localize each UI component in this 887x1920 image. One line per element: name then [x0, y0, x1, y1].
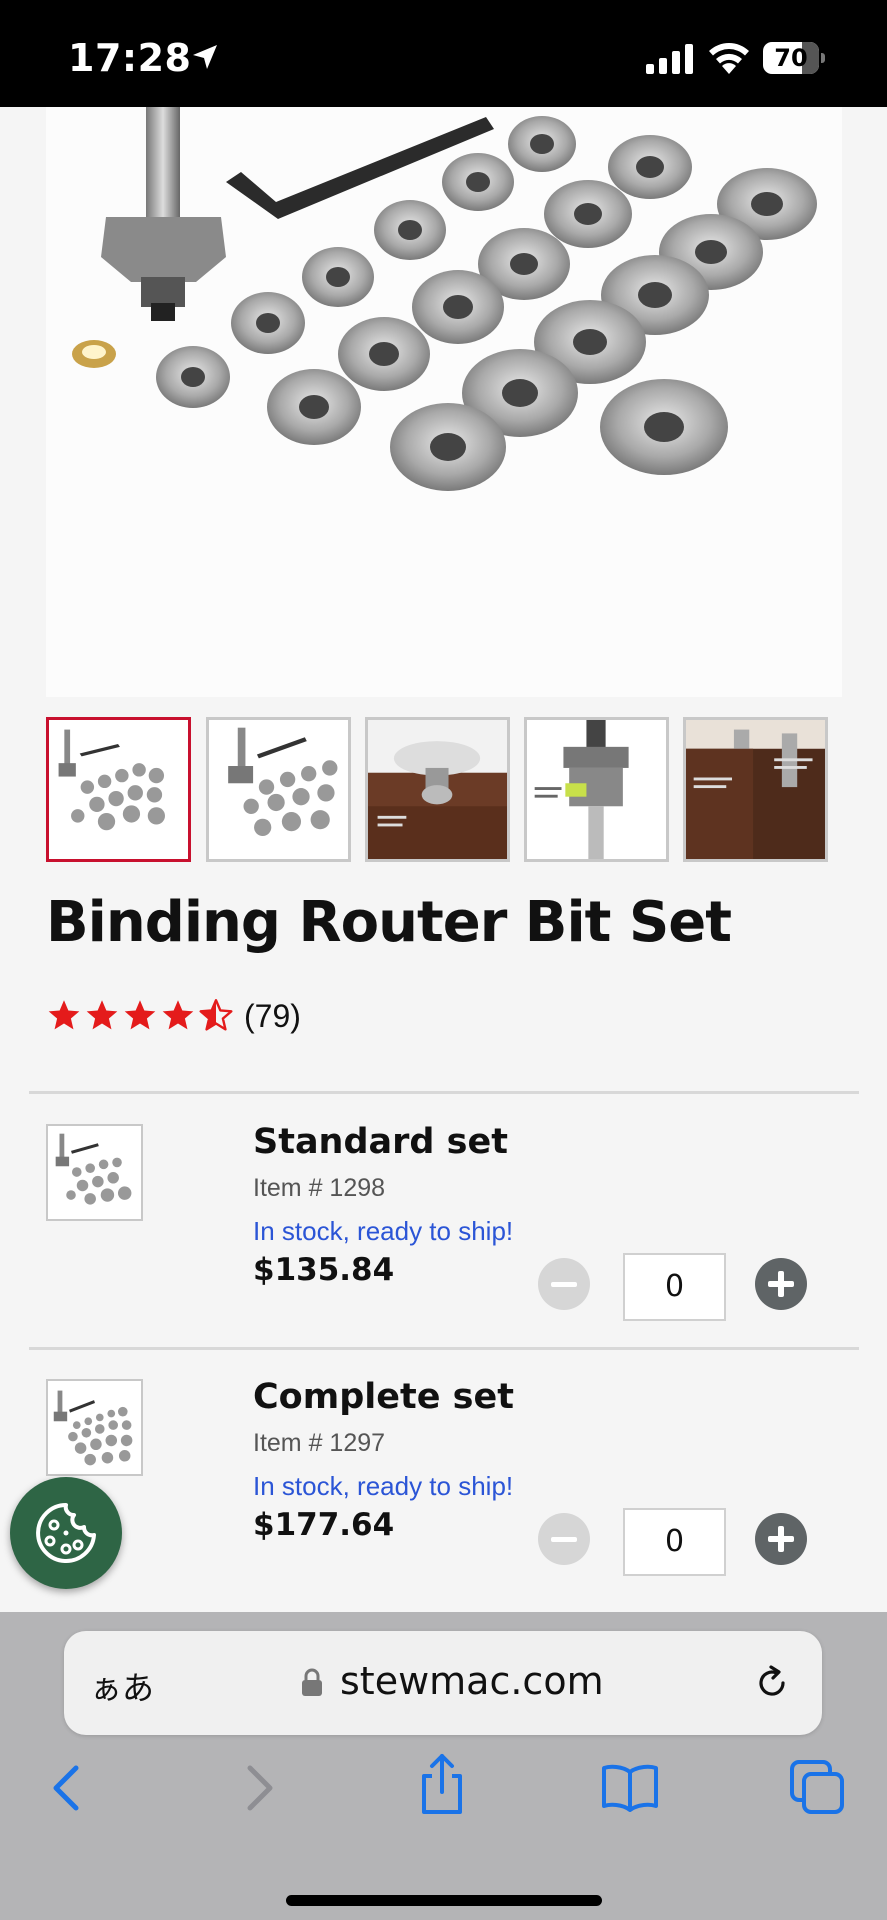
product-title: Binding Router Bit Set: [46, 890, 732, 955]
battery-level: 70: [774, 44, 808, 72]
variant-stock-status: In stock, ready to ship!: [253, 1471, 514, 1501]
tabs-icon[interactable]: [788, 1758, 846, 1816]
star-icon: [124, 1000, 156, 1030]
variant-name[interactable]: Standard set: [253, 1122, 508, 1162]
rating[interactable]: (79): [46, 996, 301, 1036]
url-text[interactable]: stewmac.com: [340, 1659, 604, 1703]
variant-name[interactable]: Complete set: [253, 1377, 514, 1417]
variant-stock-status: In stock, ready to ship!: [253, 1216, 514, 1246]
variant-item-number: Item # 1297: [253, 1429, 386, 1457]
variant-thumbnail: [46, 1124, 143, 1221]
star-icon: [162, 1000, 194, 1030]
address-bar[interactable]: ぁあ stewmac.com: [64, 1631, 822, 1735]
variant-price: $135.84: [253, 1252, 395, 1288]
quantity-decrease-button[interactable]: [538, 1258, 590, 1310]
back-icon[interactable]: [46, 1762, 86, 1814]
thumbnail-1[interactable]: [46, 717, 191, 862]
location-arrow-icon: [193, 45, 217, 69]
thumbnail-2[interactable]: [206, 717, 351, 862]
forward-icon[interactable]: [240, 1762, 280, 1814]
variant-thumbnail: [46, 1379, 143, 1476]
home-indicator: [286, 1895, 602, 1906]
star-icon: [48, 1000, 80, 1030]
wifi-icon: [709, 43, 749, 74]
cookie-icon: [36, 1503, 96, 1563]
quantity-input[interactable]: 0: [623, 1508, 726, 1576]
status-bar: 17:28 70: [0, 0, 887, 107]
variant-row: Complete set Item # 1297 In stock, ready…: [0, 1349, 887, 1589]
battery-icon: 70: [763, 42, 825, 74]
variant-row: Standard set Item # 1298 In stock, ready…: [0, 1094, 887, 1334]
signal-icon: [646, 44, 693, 74]
product-main-image[interactable]: [46, 107, 842, 697]
thumbnail-5[interactable]: [683, 717, 828, 862]
quantity-increase-button[interactable]: [755, 1513, 807, 1565]
variant-price: $177.64: [253, 1507, 395, 1543]
share-icon[interactable]: [416, 1752, 468, 1816]
quantity-input[interactable]: 0: [623, 1253, 726, 1321]
thumbnail-4[interactable]: [524, 717, 669, 862]
status-time: 17:28: [68, 36, 192, 80]
star-icon: [86, 1000, 118, 1030]
thumbnail-strip: [46, 717, 846, 862]
lock-icon: [302, 1668, 322, 1696]
quantity-decrease-button[interactable]: [538, 1513, 590, 1565]
rating-count[interactable]: (79): [244, 998, 301, 1035]
variant-item-number: Item # 1298: [253, 1174, 386, 1202]
browser-toolbar: ぁあ stewmac.com: [0, 1612, 887, 1920]
page-settings-button[interactable]: ぁあ: [90, 1663, 154, 1709]
thumbnail-3[interactable]: [365, 717, 510, 862]
cookie-settings-button[interactable]: [10, 1477, 122, 1589]
reload-icon[interactable]: [752, 1663, 792, 1703]
bookmarks-icon[interactable]: [600, 1762, 660, 1812]
quantity-increase-button[interactable]: [755, 1258, 807, 1310]
bearings-image: [46, 107, 842, 697]
half-star-icon: [199, 999, 233, 1031]
